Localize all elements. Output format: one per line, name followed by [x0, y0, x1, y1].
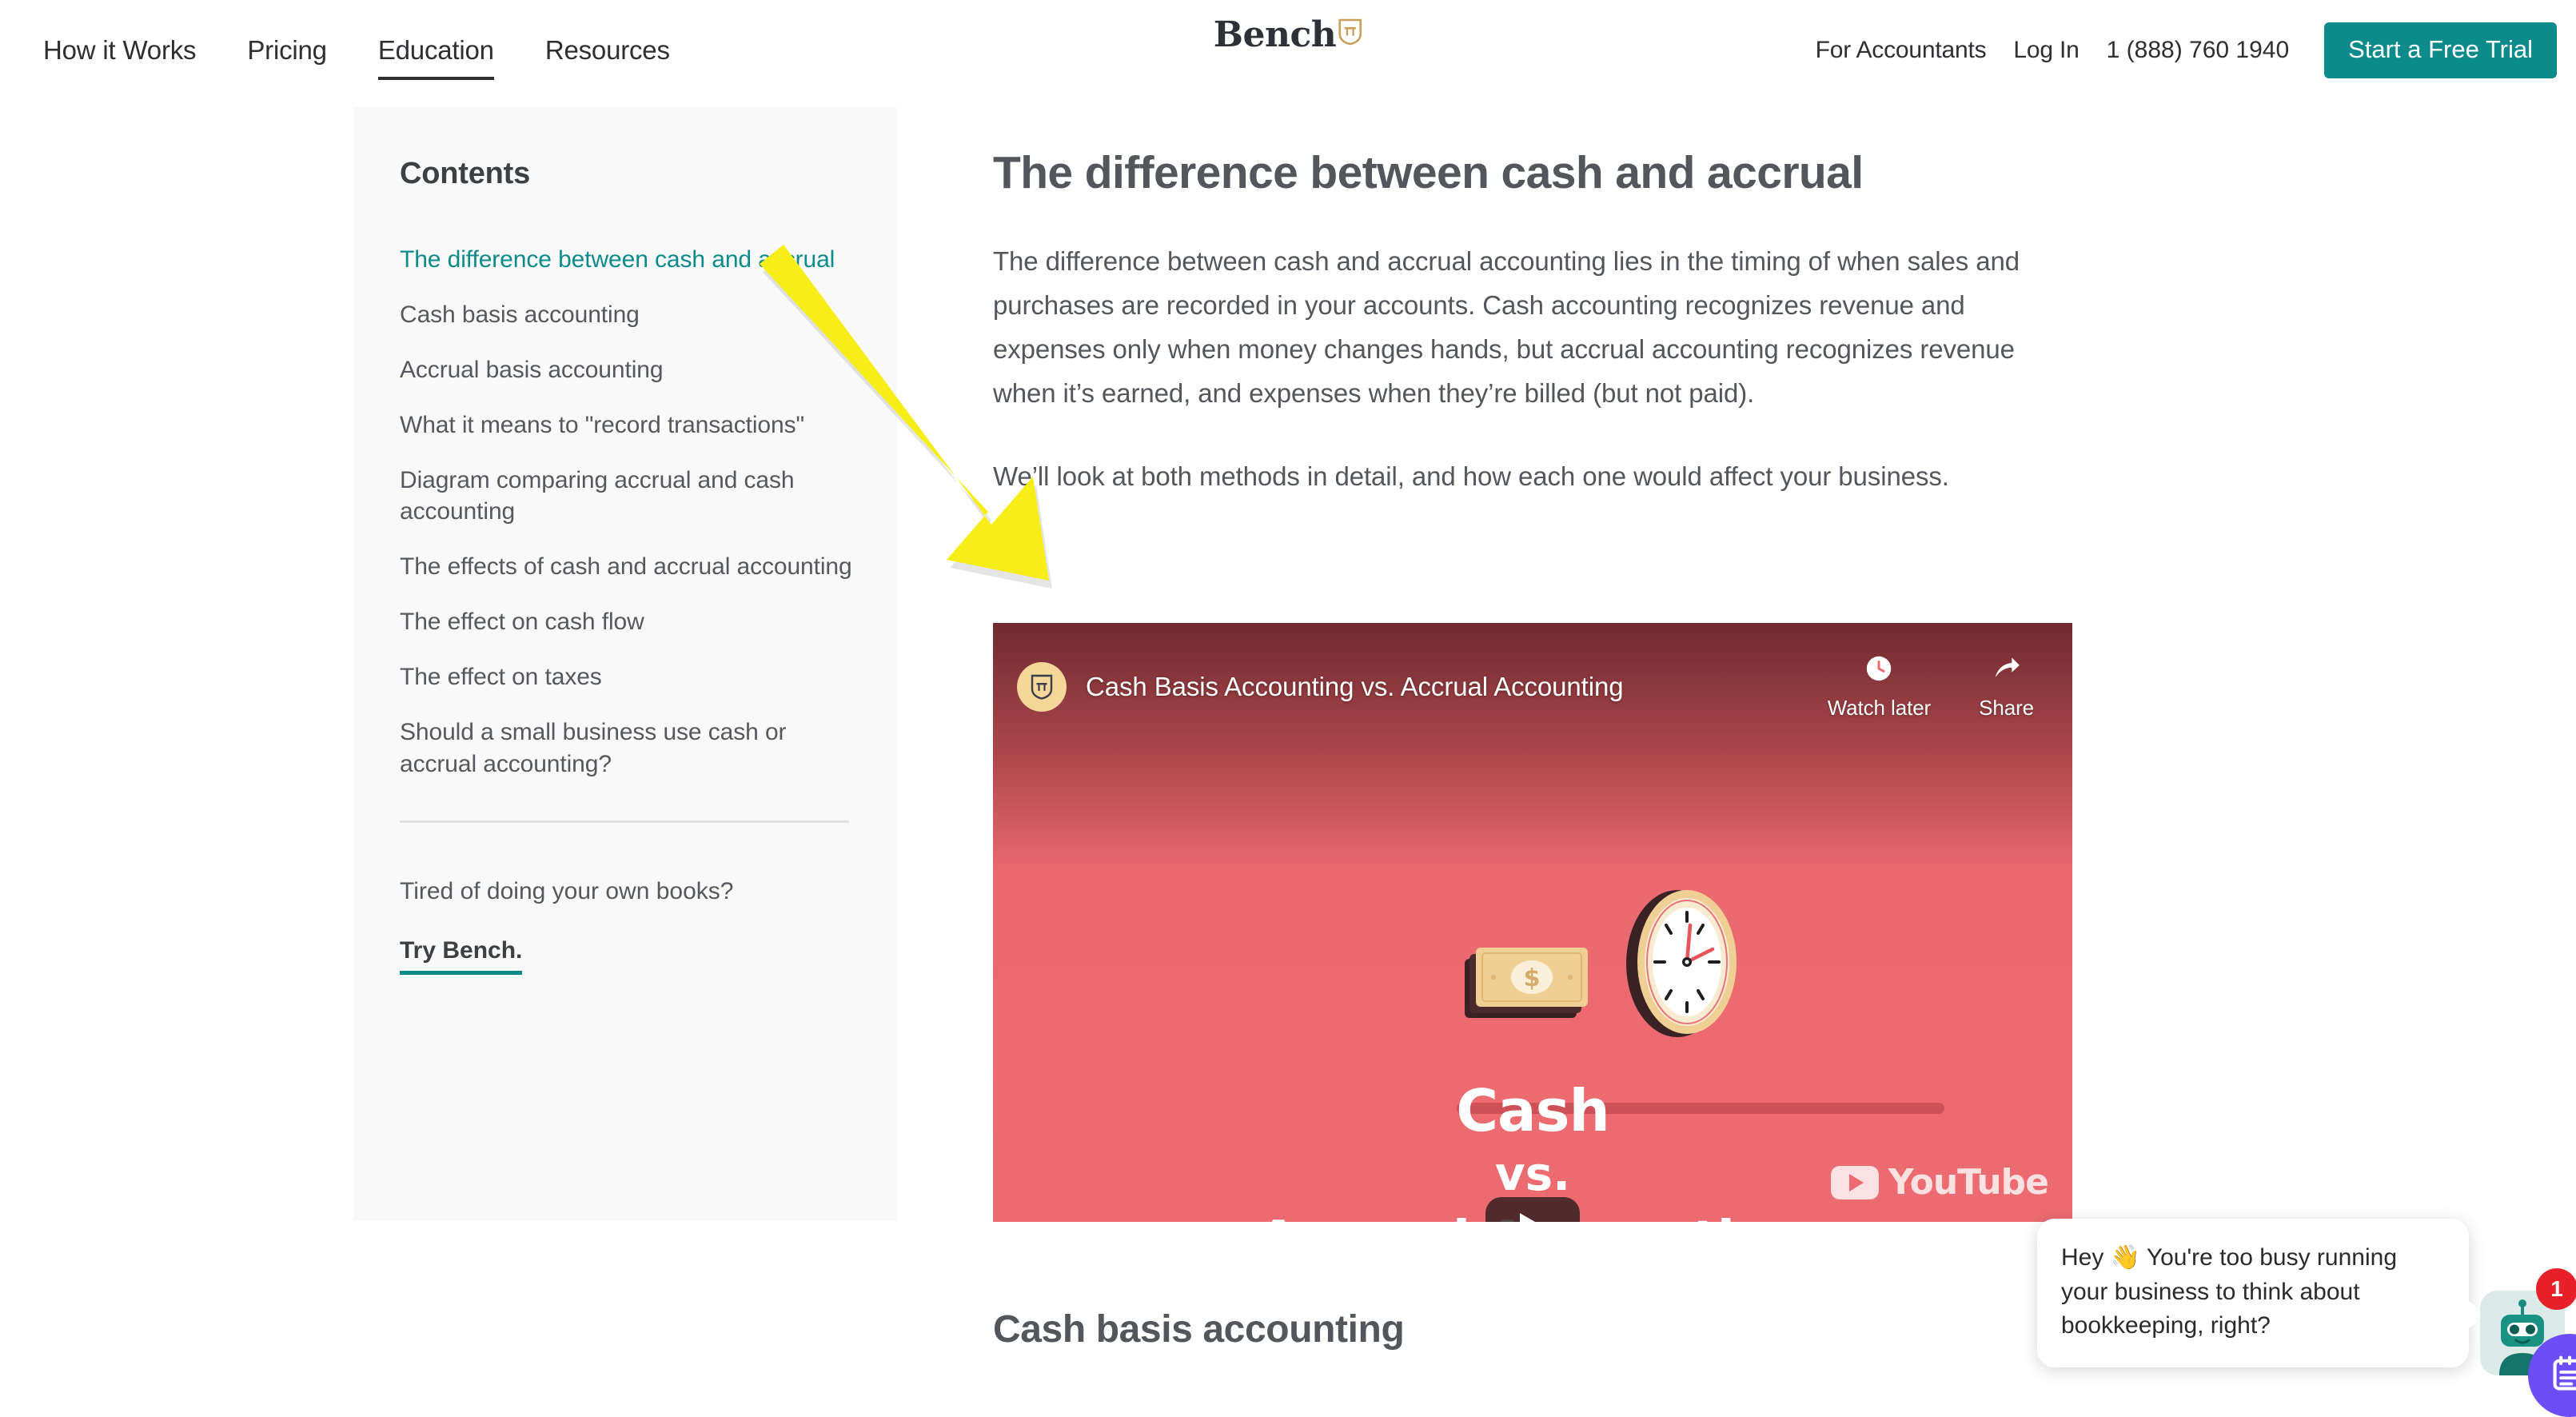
video-thumbnail-art: $ Cash vs. — [993, 743, 2072, 1222]
nav-item-resources[interactable]: Resources — [520, 34, 696, 66]
video-title[interactable]: Cash Basis Accounting vs. Accrual Accoun… — [1086, 672, 1624, 702]
video-topbar: Cash Basis Accounting vs. Accrual Accoun… — [993, 623, 2072, 751]
page-title: The difference between cash and accrual — [993, 147, 1864, 198]
svg-text:$: $ — [1524, 964, 1541, 992]
play-button-icon[interactable] — [1485, 1197, 1580, 1222]
site-header: How it Works Pricing Education Resources… — [0, 0, 2576, 101]
bench-shield-pi-icon — [1338, 18, 1362, 50]
nav-item-log-in[interactable]: Log In — [2000, 36, 2092, 65]
toc-heading: Contents — [400, 157, 531, 190]
toc-list: The difference between cash and accrual … — [400, 244, 854, 780]
toc-item-effects-cash-accrual[interactable]: The effects of cash and accrual accounti… — [400, 551, 854, 583]
toc-item-should-small-business[interactable]: Should a small business use cash or accr… — [400, 716, 854, 780]
nav-item-education[interactable]: Education — [353, 34, 520, 80]
nav-item-for-accountants[interactable]: For Accountants — [1802, 36, 2000, 65]
notes-calendar-icon — [2549, 1353, 2576, 1399]
watch-later-label: Watch later — [1827, 696, 1932, 720]
toc-item-diagram-comparing[interactable]: Diagram comparing accrual and cash accou… — [400, 465, 854, 529]
brand-wordmark: Bench — [1213, 14, 1337, 55]
youtube-watermark[interactable]: YouTube — [1830, 1162, 2049, 1203]
sidebar-footer-prompt: Tired of doing your own books? — [400, 877, 734, 904]
toc-item-effect-on-taxes[interactable]: The effect on taxes — [400, 661, 854, 693]
toc-item-record-transactions[interactable]: What it means to "record transactions" — [400, 409, 854, 441]
chat-unread-badge[interactable]: 1 — [2536, 1268, 2576, 1310]
play-triangle — [1520, 1213, 1550, 1222]
money-stack-icon: $ — [1461, 941, 1605, 1041]
table-of-contents-sidebar: Contents The difference between cash and… — [353, 107, 897, 1221]
share-arrow-icon — [1992, 653, 2022, 688]
toc-item-accrual-basis-accounting[interactable]: Accrual basis accounting — [400, 354, 854, 386]
nav-item-how-it-works[interactable]: How it Works — [18, 34, 221, 66]
youtube-video-embed[interactable]: Cash Basis Accounting vs. Accrual Accoun… — [993, 623, 2072, 1222]
start-free-trial-button[interactable]: Start a Free Trial — [2324, 22, 2557, 78]
article-body: The difference between cash and accrual … — [993, 107, 2072, 499]
toc-item-cash-basis-accounting[interactable]: Cash basis accounting — [400, 299, 854, 331]
article-paragraph-1: The difference between cash and accrual … — [993, 246, 2020, 408]
youtube-play-triangle — [1848, 1173, 1864, 1191]
video-action-buttons: Watch later Share — [1828, 653, 2045, 720]
youtube-play-icon — [1830, 1165, 1879, 1199]
primary-nav: How it Works Pricing Education Resources — [0, 34, 696, 80]
try-bench-link[interactable]: Try Bench. — [400, 937, 523, 975]
article-paragraph-2: We’ll look at both methods in detail, an… — [993, 461, 1949, 492]
nav-item-pricing[interactable]: Pricing — [221, 34, 352, 66]
share-button[interactable]: Share — [1979, 653, 2034, 720]
share-label: Share — [1979, 696, 2034, 720]
secondary-nav: For Accountants Log In 1 (888) 760 1940 … — [1802, 0, 2557, 101]
bench-shield-pi-icon[interactable] — [1017, 662, 1067, 712]
thumbnail-text-cash: Cash — [1456, 1077, 1610, 1144]
watch-later-button[interactable]: Watch later — [1828, 653, 1931, 720]
toc-item-difference-cash-accrual[interactable]: The difference between cash and accrual — [400, 244, 854, 276]
brand-logo[interactable]: Bench — [1214, 18, 1362, 53]
section-heading-cash-basis: Cash basis accounting — [993, 1308, 1405, 1351]
toc-item-effect-on-cash-flow[interactable]: The effect on cash flow — [400, 606, 854, 638]
phone-number-link[interactable]: 1 (888) 760 1940 — [2093, 37, 2303, 64]
chat-message-bubble[interactable]: Hey 👋 You're too busy running your busin… — [2037, 1219, 2486, 1367]
sidebar-divider — [400, 820, 849, 823]
wall-clock-icon — [1601, 879, 1761, 1051]
youtube-wordmark: YouTube — [1888, 1162, 2049, 1203]
clock-icon — [1864, 653, 1894, 688]
